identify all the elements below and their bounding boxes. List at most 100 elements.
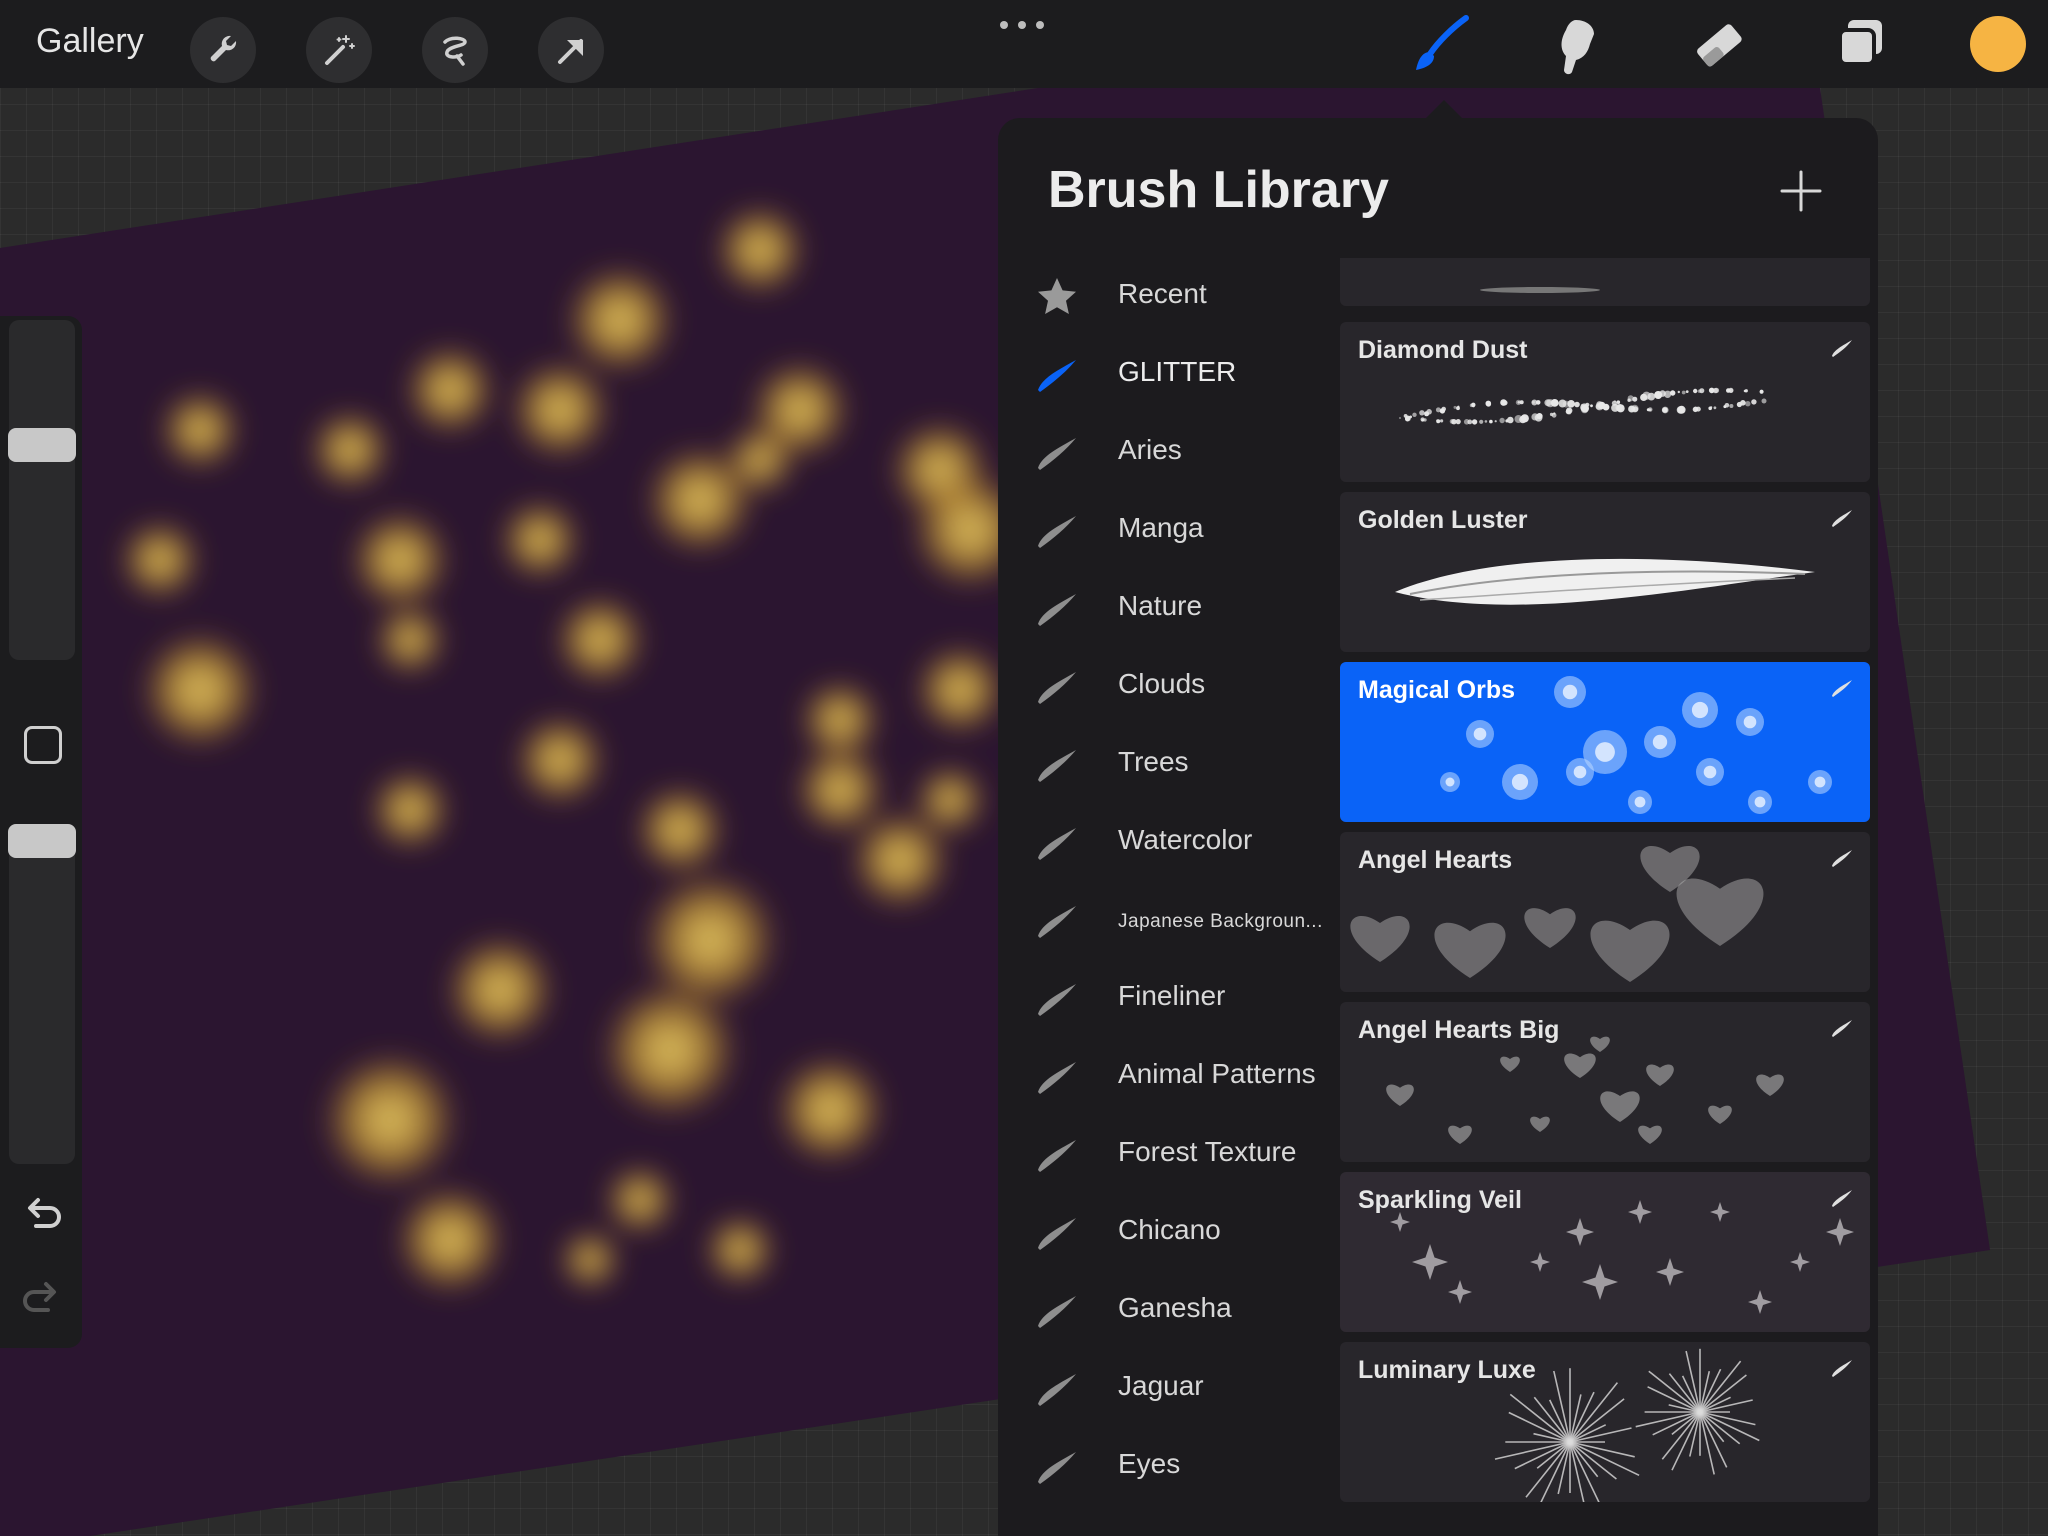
brush-set-item[interactable]: Chicano — [998, 1194, 1338, 1272]
brush-name: Diamond Dust — [1358, 336, 1528, 364]
redo-icon[interactable] — [18, 1274, 66, 1322]
brush-card[interactable]: Sparkling Veil — [1340, 1172, 1870, 1332]
glitter-orb — [160, 390, 240, 470]
brush-stroke-icon — [1038, 828, 1076, 860]
brush-list: Diamond Dust Golden Luster Magical Orbs Ang… — [1340, 258, 1870, 1536]
glitter-orb — [445, 935, 555, 1045]
brush-stroke-icon — [1038, 594, 1076, 626]
smudge-icon[interactable] — [1548, 14, 1612, 78]
brush-size-thumb[interactable] — [8, 428, 76, 462]
brush-set-item[interactable]: Aries — [998, 414, 1338, 492]
glitter-orb — [705, 1215, 775, 1285]
brush-stroke-icon — [1038, 1218, 1076, 1250]
glitter-orb — [565, 265, 675, 375]
brush-stroke-icon — [1038, 1296, 1076, 1328]
glitter-orb — [375, 605, 445, 675]
glitter-orb — [715, 205, 805, 295]
brush-stroke-icon — [1038, 360, 1076, 392]
glitter-orb — [310, 410, 390, 490]
brush-set-item[interactable]: Nature — [998, 570, 1338, 648]
brush-name: Angel Hearts — [1358, 846, 1513, 874]
brush-icon[interactable] — [1408, 14, 1472, 78]
eraser-icon[interactable] — [1688, 14, 1752, 78]
add-brush-icon[interactable] — [1778, 168, 1824, 214]
layers-icon[interactable] — [1828, 14, 1892, 78]
brush-name: Angel Hearts Big — [1358, 1016, 1560, 1044]
brush-stroke-icon — [1038, 984, 1076, 1016]
glitter-orb — [600, 980, 740, 1120]
transform-arrow-icon[interactable] — [538, 17, 604, 83]
brush-set-label: Fineliner — [1118, 980, 1226, 1011]
brush-card-partial[interactable] — [1340, 258, 1870, 306]
brush-set-item[interactable]: Ganesha — [998, 1272, 1338, 1350]
opacity-thumb[interactable] — [8, 824, 76, 858]
brush-set-item[interactable]: Trees — [998, 726, 1338, 804]
brush-size-slider[interactable] — [9, 320, 75, 660]
glitter-orb — [515, 715, 605, 805]
brush-card[interactable]: Magical Orbs — [1340, 662, 1870, 822]
glitter-orb — [725, 425, 795, 495]
glitter-orb — [555, 595, 645, 685]
brush-set-label: Watercolor — [1118, 824, 1253, 855]
glitter-orb — [510, 360, 610, 460]
undo-icon[interactable] — [18, 1190, 66, 1238]
brush-card[interactable]: Luminary Luxe — [1340, 1342, 1870, 1502]
brush-set-item[interactable]: Fineliner — [998, 960, 1338, 1038]
brush-stroke-icon — [1038, 1140, 1076, 1172]
brush-set-item[interactable]: Clouds — [998, 648, 1338, 726]
star-icon — [1038, 278, 1076, 314]
brush-stroke-icon — [1832, 1190, 1852, 1207]
glitter-orb — [850, 810, 950, 910]
modify-button[interactable] — [24, 726, 62, 764]
brush-stroke-icon — [1832, 1020, 1852, 1037]
opacity-slider[interactable] — [9, 824, 75, 1164]
brush-card[interactable]: Diamond Dust — [1340, 322, 1870, 482]
gallery-button[interactable]: Gallery — [36, 22, 144, 61]
brush-set-item[interactable]: Recent — [998, 258, 1338, 336]
brush-set-label: Manga — [1118, 512, 1204, 543]
brush-name: Sparkling Veil — [1358, 1186, 1522, 1214]
glitter-orb — [320, 1050, 460, 1190]
brush-set-item[interactable]: Jaguar — [998, 1350, 1338, 1428]
color-picker-swatch[interactable] — [1970, 16, 2026, 72]
brush-set-label: Trees — [1118, 746, 1189, 777]
brush-name: Golden Luster — [1358, 506, 1528, 534]
brush-stroke-icon — [1832, 680, 1852, 697]
brush-stroke-icon — [1038, 1374, 1076, 1406]
glitter-orb — [500, 500, 580, 580]
glitter-orb — [775, 1055, 885, 1165]
brush-set-label: Animal Patterns — [1118, 1058, 1316, 1089]
wrench-icon[interactable] — [190, 17, 256, 83]
panel-title: Brush Library — [1048, 161, 1389, 219]
brush-set-item[interactable]: Eyes — [998, 1428, 1338, 1506]
brush-set-label: Aries — [1118, 434, 1182, 465]
brush-set-label: Ganesha — [1118, 1292, 1232, 1323]
top-toolbar: Gallery — [0, 0, 2048, 88]
brush-set-item[interactable]: Watercolor — [998, 804, 1338, 882]
brush-card[interactable]: Angel Hearts — [1340, 832, 1870, 992]
brush-stroke-icon — [1038, 516, 1076, 548]
brush-set-item[interactable]: Forest Texture — [998, 1116, 1338, 1194]
brush-stroke-icon — [1038, 438, 1076, 470]
brush-set-item[interactable]: Animal Patterns — [998, 1038, 1338, 1116]
brush-set-item[interactable]: Japanese Backgroun... — [998, 882, 1338, 960]
brush-set-label: Nature — [1118, 590, 1203, 621]
brush-stroke-icon — [1832, 510, 1852, 527]
magic-wand-icon[interactable] — [306, 17, 372, 83]
more-options-icon[interactable] — [996, 10, 1048, 40]
brush-card[interactable]: Angel Hearts Big — [1340, 1002, 1870, 1162]
brush-card[interactable]: Golden Luster — [1340, 492, 1870, 652]
brush-name: Magical Orbs — [1358, 676, 1515, 704]
brush-set-label: Chicano — [1118, 1214, 1221, 1245]
brush-stroke-icon — [1038, 906, 1076, 938]
brush-set-label: Japanese Backgroun... — [1118, 911, 1323, 932]
brush-set-item[interactable]: GLITTER — [998, 336, 1338, 414]
brush-set-item[interactable]: Manga — [998, 492, 1338, 570]
glitter-orb — [915, 645, 1005, 735]
selection-icon[interactable] — [422, 17, 488, 83]
brush-set-label: GLITTER — [1118, 356, 1237, 387]
brush-library-panel: Brush Library Recent GLITTER Aries Manga Nat… — [998, 118, 1878, 1536]
left-sidebar — [0, 316, 82, 1348]
glitter-orb — [120, 520, 200, 600]
brush-stroke-icon — [1832, 1360, 1852, 1377]
